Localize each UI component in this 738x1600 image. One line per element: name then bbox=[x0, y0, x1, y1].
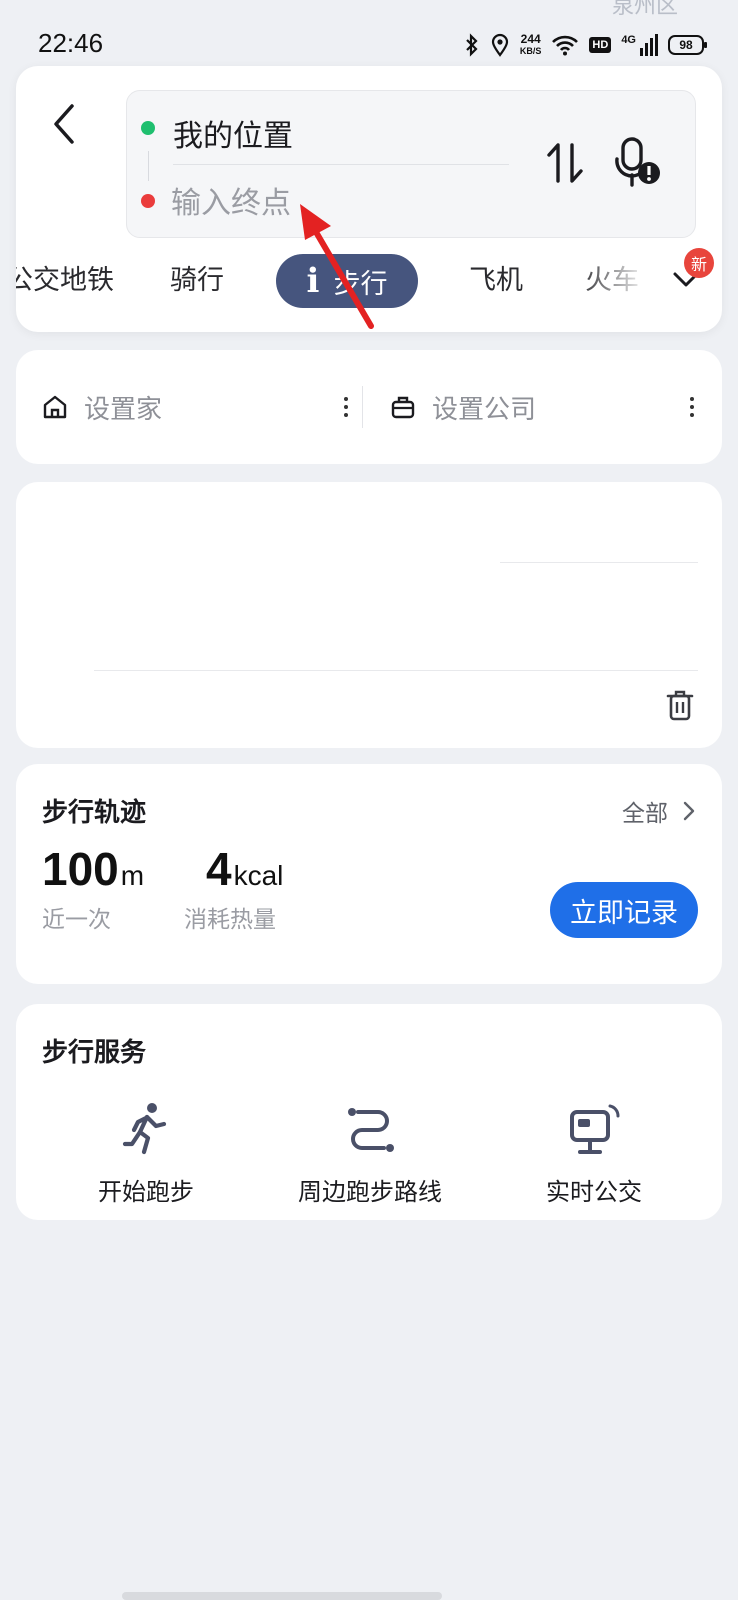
chevron-right-icon bbox=[683, 801, 695, 821]
home-icon bbox=[43, 395, 67, 419]
walk-services-title: 步行服务 bbox=[42, 1038, 147, 1068]
service-nearby-routes[interactable]: 周边跑步路线 bbox=[260, 1100, 480, 1207]
walk-services-card: 步行服务 开始跑步 周边跑步路线 实时公交 bbox=[16, 1004, 722, 1220]
shortcut-divider bbox=[362, 386, 363, 428]
set-home-button[interactable]: 设置家 bbox=[42, 350, 342, 464]
walk-track-title: 步行轨迹 bbox=[42, 798, 147, 828]
briefcase-icon bbox=[391, 396, 415, 419]
walk-track-card: 步行轨迹 全部 100m 近一次 4kcal 消耗热量 立即记录 bbox=[16, 764, 722, 984]
route-icon bbox=[348, 1108, 394, 1152]
view-all-link[interactable]: 全部 bbox=[622, 794, 696, 828]
calories-label: 消耗热量 bbox=[184, 907, 276, 933]
running-icon bbox=[122, 1103, 167, 1155]
annotation-arrow bbox=[300, 204, 374, 329]
search-history-card bbox=[16, 482, 722, 748]
record-now-button[interactable]: 立即记录 bbox=[550, 882, 698, 938]
history-divider bbox=[94, 670, 698, 671]
home-indicator[interactable] bbox=[122, 1592, 442, 1600]
bus-stop-icon bbox=[570, 1104, 620, 1154]
calories-value: 4 bbox=[206, 843, 232, 895]
set-company-button[interactable]: 设置公司 bbox=[390, 350, 690, 464]
set-home-label: 设置家 bbox=[84, 394, 163, 425]
distance-unit: m bbox=[120, 860, 145, 891]
clear-history-button[interactable] bbox=[664, 688, 696, 722]
saved-places-card: 设置家 设置公司 bbox=[16, 350, 722, 464]
service-label: 周边跑步路线 bbox=[298, 1178, 442, 1206]
distance-value: 100 bbox=[42, 843, 119, 895]
set-company-label: 设置公司 bbox=[432, 394, 537, 425]
home-more-button[interactable] bbox=[336, 387, 356, 427]
service-realtime-bus[interactable]: 实时公交 bbox=[484, 1100, 704, 1207]
service-start-running[interactable]: 开始跑步 bbox=[36, 1100, 256, 1207]
distance-stat: 100m bbox=[42, 842, 144, 896]
distance-label: 近一次 bbox=[42, 907, 111, 933]
company-more-button[interactable] bbox=[682, 387, 702, 427]
service-label: 实时公交 bbox=[546, 1178, 642, 1206]
trash-icon bbox=[666, 690, 694, 721]
calories-unit: kcal bbox=[233, 860, 284, 891]
history-divider bbox=[500, 562, 698, 563]
calories-stat: 4kcal bbox=[206, 842, 283, 896]
view-all-label: 全部 bbox=[622, 801, 668, 827]
service-label: 开始跑步 bbox=[98, 1178, 194, 1206]
